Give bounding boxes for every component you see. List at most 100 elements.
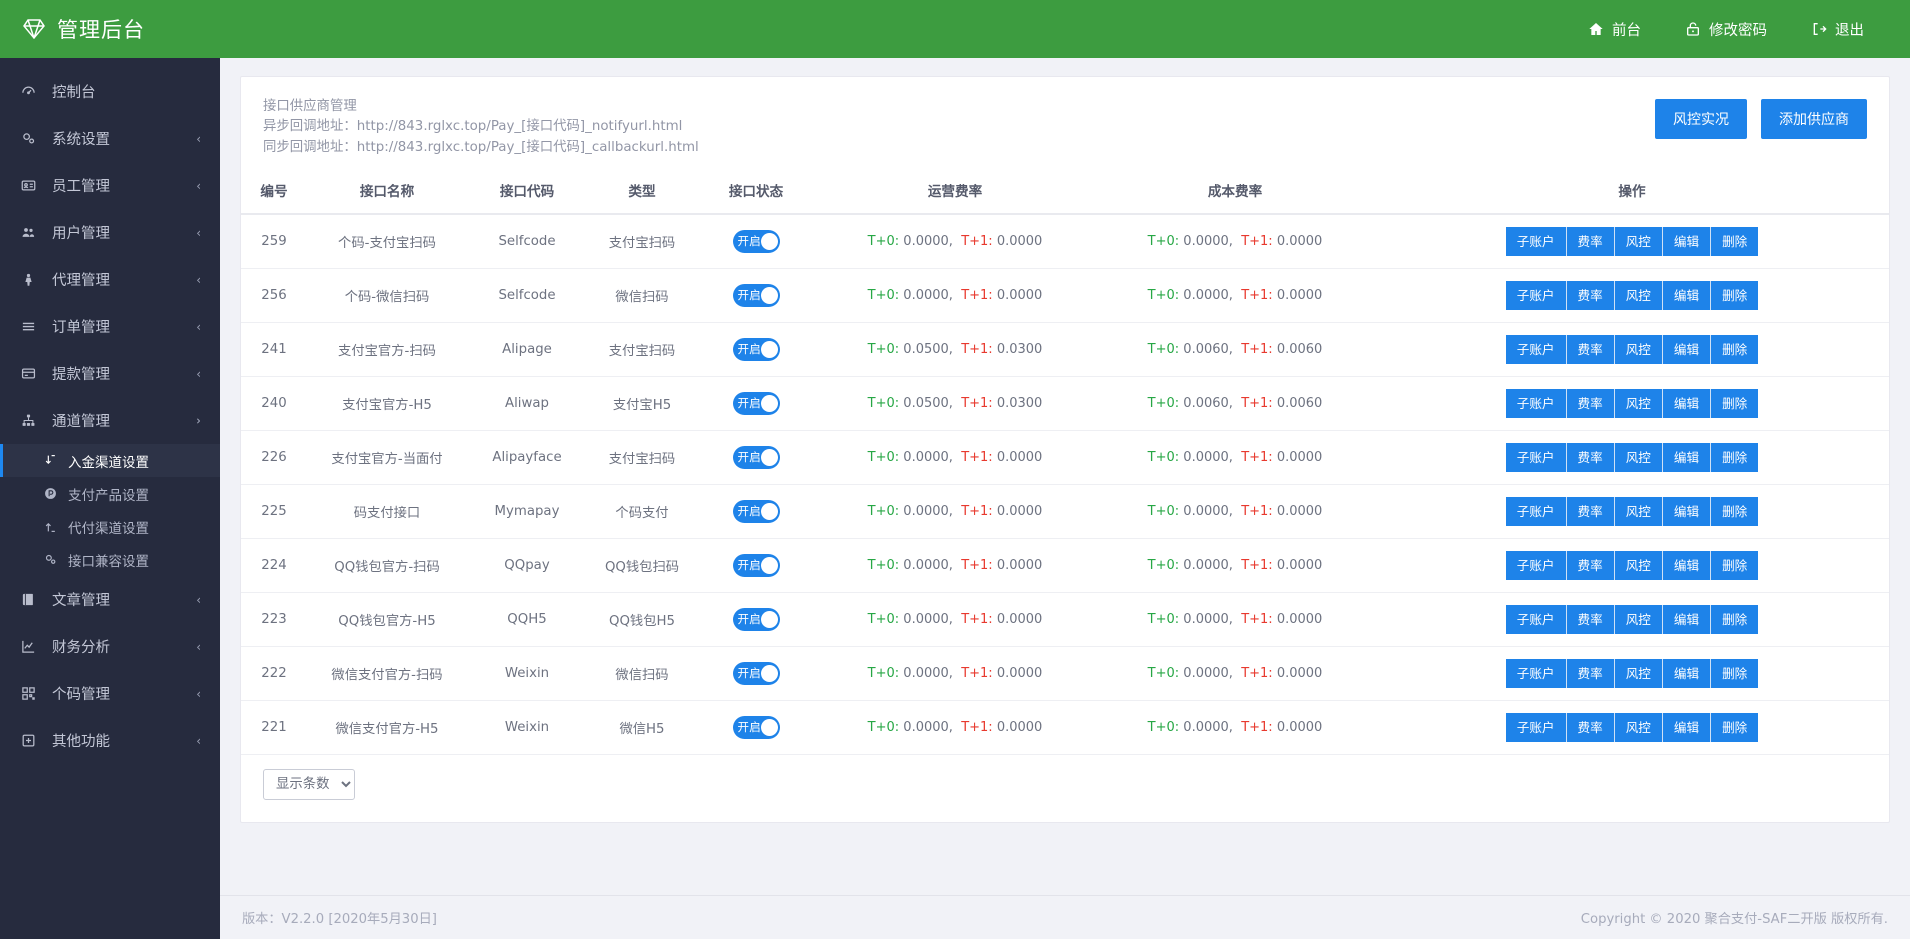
sub-account-button[interactable]: 子账户 xyxy=(1506,335,1567,364)
topnav-logout[interactable]: 退出 xyxy=(1789,0,1886,58)
sidebar-item-personal-code-management-label: 个码管理 xyxy=(43,683,196,704)
delete-button[interactable]: 删除 xyxy=(1711,335,1758,364)
delete-button[interactable]: 删除 xyxy=(1711,713,1758,742)
sidebar-item-personal-code-management[interactable]: 个码管理 ‹ xyxy=(0,670,220,717)
status-toggle[interactable]: 开启 xyxy=(733,392,780,415)
sidebar-item-article-management[interactable]: 文章管理 ‹ xyxy=(0,576,220,623)
page-size-select[interactable]: 显示条数 xyxy=(263,769,355,800)
edit-button[interactable]: 编辑 xyxy=(1663,227,1711,256)
risk-control-button[interactable]: 风控 xyxy=(1615,281,1663,310)
add-supplier-button[interactable]: 添加供应商 xyxy=(1761,99,1867,139)
row-actions: 子账户费率风控编辑删除 xyxy=(1506,227,1759,256)
risk-control-button[interactable]: 风控 xyxy=(1615,605,1663,634)
rate-t1-label: T+1: xyxy=(1241,612,1272,627)
edit-button[interactable]: 编辑 xyxy=(1663,497,1711,526)
id-card-icon xyxy=(21,178,43,193)
status-toggle[interactable]: 开启 xyxy=(733,230,780,253)
sub-account-button[interactable]: 子账户 xyxy=(1506,389,1567,418)
edit-button[interactable]: 编辑 xyxy=(1663,713,1711,742)
rate-button[interactable]: 费率 xyxy=(1567,497,1615,526)
status-toggle[interactable]: 开启 xyxy=(733,446,780,469)
sidebar-item-user-management[interactable]: 用户管理 ‹ xyxy=(0,209,220,256)
edit-button[interactable]: 编辑 xyxy=(1663,389,1711,418)
rate-t1-value: 0.0000 xyxy=(997,720,1043,735)
edit-button[interactable]: 编辑 xyxy=(1663,605,1711,634)
delete-button[interactable]: 删除 xyxy=(1711,389,1758,418)
cell-type: 微信H5 xyxy=(587,701,697,755)
status-toggle[interactable]: 开启 xyxy=(733,338,780,361)
rate-button[interactable]: 费率 xyxy=(1567,551,1615,580)
rate-t1-label: T+1: xyxy=(961,234,992,249)
topnav-change-password[interactable]: 修改密码 xyxy=(1663,0,1789,58)
rate-button[interactable]: 费率 xyxy=(1567,443,1615,472)
sub-account-button[interactable]: 子账户 xyxy=(1506,443,1567,472)
rate-t1-label: T+1: xyxy=(1241,450,1272,465)
sub-account-button[interactable]: 子账户 xyxy=(1506,227,1567,256)
risk-control-button[interactable]: 风控 xyxy=(1615,443,1663,472)
status-toggle-knob xyxy=(761,233,778,250)
risk-control-button[interactable]: 风控 xyxy=(1615,335,1663,364)
rate-button[interactable]: 费率 xyxy=(1567,713,1615,742)
risk-control-button[interactable]: 风控 xyxy=(1615,227,1663,256)
rate-button[interactable]: 费率 xyxy=(1567,389,1615,418)
risk-control-button[interactable]: 风控 xyxy=(1615,659,1663,688)
status-toggle[interactable]: 开启 xyxy=(733,284,780,307)
sub-account-button[interactable]: 子账户 xyxy=(1506,551,1567,580)
status-toggle-knob xyxy=(761,449,778,466)
risk-control-button[interactable]: 风控 xyxy=(1615,713,1663,742)
rate-t0-value: 0.0060 xyxy=(1183,342,1229,357)
sidebar-subitem-payment-product-settings[interactable]: 支付产品设置 xyxy=(0,477,220,510)
rate-button[interactable]: 费率 xyxy=(1567,281,1615,310)
delete-button[interactable]: 删除 xyxy=(1711,551,1758,580)
status-toggle[interactable]: 开启 xyxy=(733,554,780,577)
rate-t1-label: T+1: xyxy=(1241,396,1272,411)
status-toggle[interactable]: 开启 xyxy=(733,662,780,685)
status-toggle[interactable]: 开启 xyxy=(733,608,780,631)
rate-button[interactable]: 费率 xyxy=(1567,659,1615,688)
sub-account-button[interactable]: 子账户 xyxy=(1506,605,1567,634)
cell-operating-rate: T+0: 0.0000, T+1: 0.0000 xyxy=(815,593,1095,647)
delete-button[interactable]: 删除 xyxy=(1711,443,1758,472)
sidebar-item-other-functions[interactable]: 其他功能 ‹ xyxy=(0,717,220,764)
edit-button[interactable]: 编辑 xyxy=(1663,551,1711,580)
arrow-down-in-icon xyxy=(40,454,60,467)
topnav-frontend[interactable]: 前台 xyxy=(1566,0,1663,58)
brand[interactable]: 管理后台 xyxy=(0,0,220,58)
delete-button[interactable]: 删除 xyxy=(1711,605,1758,634)
sidebar-item-order-management[interactable]: 订单管理 ‹ xyxy=(0,303,220,350)
delete-button[interactable]: 删除 xyxy=(1711,497,1758,526)
risk-control-button[interactable]: 风控 xyxy=(1615,497,1663,526)
status-toggle[interactable]: 开启 xyxy=(733,716,780,739)
sidebar-subitem-deposit-channel-settings[interactable]: 入金渠道设置 xyxy=(0,444,220,477)
rate-button[interactable]: 费率 xyxy=(1567,227,1615,256)
sidebar-item-system-settings[interactable]: 系统设置 ‹ xyxy=(0,115,220,162)
risk-control-button[interactable]: 风控 xyxy=(1615,551,1663,580)
sidebar-item-agent-management[interactable]: 代理管理 ‹ xyxy=(0,256,220,303)
app-root: 管理后台 前台 修改密码 xyxy=(0,0,1910,939)
sub-account-button[interactable]: 子账户 xyxy=(1506,281,1567,310)
edit-button[interactable]: 编辑 xyxy=(1663,443,1711,472)
cell-status: 开启 xyxy=(697,539,815,593)
sidebar-item-staff-management[interactable]: 员工管理 ‹ xyxy=(0,162,220,209)
edit-button[interactable]: 编辑 xyxy=(1663,659,1711,688)
edit-button[interactable]: 编辑 xyxy=(1663,335,1711,364)
risk-status-button[interactable]: 风控实况 xyxy=(1655,99,1747,139)
sub-account-button[interactable]: 子账户 xyxy=(1506,659,1567,688)
sidebar-subitem-interface-compat-settings[interactable]: 接口兼容设置 xyxy=(0,543,220,576)
sub-account-button[interactable]: 子账户 xyxy=(1506,713,1567,742)
sidebar-subitem-payout-channel-settings[interactable]: 代付渠道设置 xyxy=(0,510,220,543)
delete-button[interactable]: 删除 xyxy=(1711,227,1758,256)
sub-account-button[interactable]: 子账户 xyxy=(1506,497,1567,526)
delete-button[interactable]: 删除 xyxy=(1711,281,1758,310)
sidebar-item-channel-management[interactable]: 通道管理 ⌄ xyxy=(0,397,220,444)
rate-button[interactable]: 费率 xyxy=(1567,605,1615,634)
status-toggle[interactable]: 开启 xyxy=(733,500,780,523)
risk-control-button[interactable]: 风控 xyxy=(1615,389,1663,418)
sidebar-item-withdraw-management[interactable]: 提款管理 ‹ xyxy=(0,350,220,397)
rate-t0-label: T+0: xyxy=(1148,342,1179,357)
delete-button[interactable]: 删除 xyxy=(1711,659,1758,688)
sidebar-item-dashboard[interactable]: 控制台 xyxy=(0,68,220,115)
sidebar-item-financial-analysis[interactable]: 财务分析 ‹ xyxy=(0,623,220,670)
edit-button[interactable]: 编辑 xyxy=(1663,281,1711,310)
rate-button[interactable]: 费率 xyxy=(1567,335,1615,364)
